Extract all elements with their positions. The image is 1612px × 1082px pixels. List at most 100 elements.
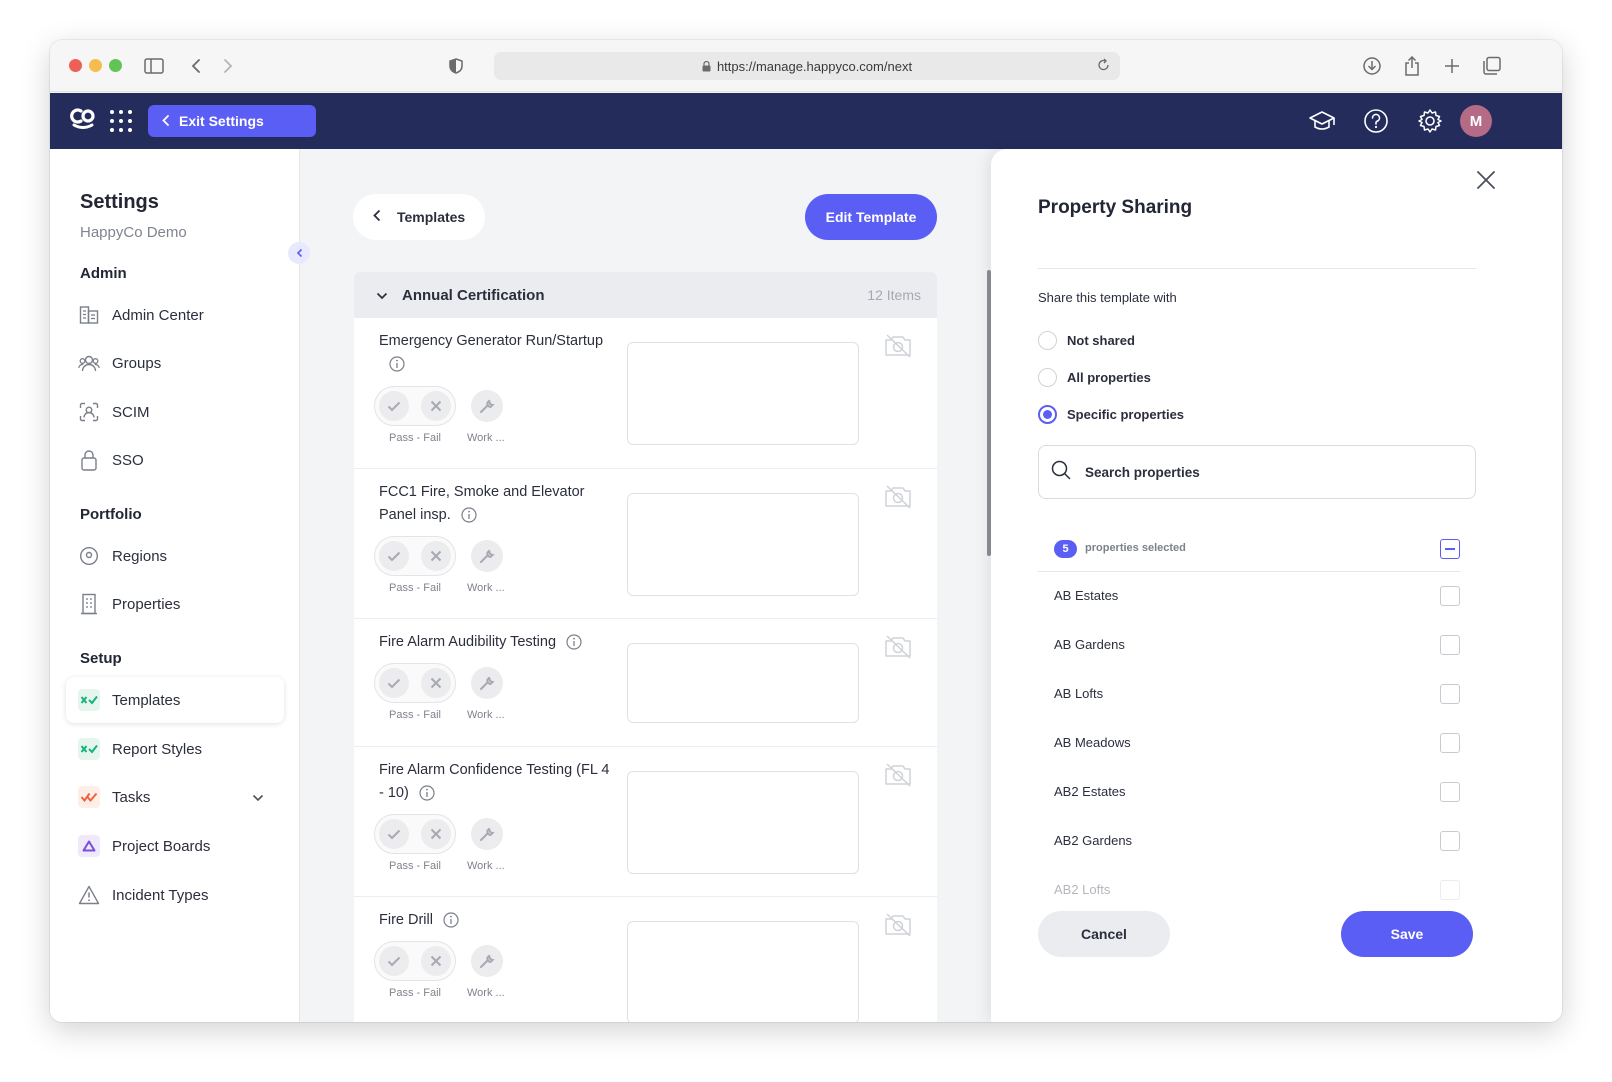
wrench-icon[interactable] (471, 390, 503, 422)
back-to-templates-button[interactable]: Templates (353, 194, 485, 240)
wrench-icon[interactable] (471, 667, 503, 699)
notes-field[interactable] (627, 921, 859, 1022)
check-icon[interactable] (379, 668, 409, 698)
graduation-cap-icon[interactable] (1308, 107, 1336, 135)
notes-field[interactable] (627, 493, 859, 596)
download-icon[interactable] (1360, 54, 1384, 78)
radio-button-selected[interactable] (1038, 405, 1057, 424)
radio-not-shared[interactable]: Not shared (1038, 331, 1135, 350)
property-row[interactable]: AB2 Gardens (1038, 817, 1460, 865)
sidebar-item-incident-types[interactable]: Incident Types (66, 872, 284, 918)
radio-specific-properties[interactable]: Specific properties (1038, 405, 1184, 424)
back-arrow-icon[interactable] (184, 54, 208, 78)
sidebar-item-tasks[interactable]: Tasks (66, 774, 284, 820)
deselect-all-checkbox[interactable] (1440, 539, 1460, 559)
property-checkbox[interactable] (1440, 831, 1460, 851)
close-icon[interactable] (1475, 169, 1499, 193)
property-checkbox[interactable] (1440, 733, 1460, 753)
property-row[interactable]: AB Meadows (1038, 719, 1460, 767)
no-camera-icon[interactable] (882, 483, 914, 511)
property-checkbox[interactable] (1440, 880, 1460, 900)
sidebar-toggle-icon[interactable] (142, 54, 166, 78)
sidebar-item-groups[interactable]: Groups (66, 340, 284, 386)
property-checkbox[interactable] (1440, 586, 1460, 606)
info-icon[interactable] (443, 912, 459, 928)
sidebar-item-report-styles[interactable]: Report Styles (66, 726, 284, 772)
sidebar-item-scim[interactable]: SCIM (66, 389, 284, 435)
chevron-down-icon[interactable] (252, 789, 264, 806)
pass-fail-toggle[interactable] (374, 386, 456, 426)
x-icon[interactable] (421, 946, 451, 976)
close-window-button[interactable] (69, 59, 82, 72)
search-input[interactable] (1085, 464, 1445, 480)
address-bar[interactable]: https://manage.happyco.com/next (494, 52, 1120, 80)
radio-all-properties[interactable]: All properties (1038, 368, 1151, 387)
notes-field[interactable] (627, 342, 859, 445)
section-header[interactable]: Annual Certification 12 Items (354, 272, 937, 318)
property-name: AB Estates (1054, 588, 1119, 603)
sidebar-item-project-boards[interactable]: Project Boards (66, 823, 284, 869)
reload-icon[interactable] (1097, 58, 1110, 75)
collapse-sidebar-button[interactable] (288, 242, 310, 264)
info-icon[interactable] (566, 634, 582, 650)
help-icon[interactable] (1362, 107, 1390, 135)
save-button[interactable]: Save (1341, 911, 1473, 957)
sidebar-item-sso[interactable]: SSO (66, 437, 284, 483)
pass-fail-toggle[interactable] (374, 536, 456, 576)
notes-field[interactable] (627, 771, 859, 874)
sidebar-item-admin-center[interactable]: Admin Center (66, 292, 284, 338)
notes-field[interactable] (627, 643, 859, 723)
sidebar-item-templates[interactable]: Templates (66, 677, 284, 723)
app-launcher-icon[interactable] (110, 110, 132, 132)
x-icon[interactable] (421, 391, 451, 421)
check-icon[interactable] (379, 946, 409, 976)
property-row[interactable]: AB Gardens (1038, 621, 1460, 669)
wrench-icon[interactable] (471, 540, 503, 572)
wrench-icon[interactable] (471, 945, 503, 977)
cancel-button[interactable]: Cancel (1038, 911, 1170, 957)
check-icon[interactable] (379, 391, 409, 421)
x-icon[interactable] (421, 819, 451, 849)
pass-fail-toggle[interactable] (374, 941, 456, 981)
panel-title: Property Sharing (1038, 197, 1193, 218)
new-tab-icon[interactable] (1440, 54, 1464, 78)
property-checkbox[interactable] (1440, 635, 1460, 655)
check-icon[interactable] (379, 541, 409, 571)
no-camera-icon[interactable] (882, 332, 914, 360)
pass-fail-toggle[interactable] (374, 663, 456, 703)
property-row[interactable]: AB Lofts (1038, 670, 1460, 718)
property-checkbox[interactable] (1440, 684, 1460, 704)
property-checkbox[interactable] (1440, 782, 1460, 802)
gear-icon[interactable] (1416, 107, 1444, 135)
radio-button[interactable] (1038, 368, 1057, 387)
x-icon[interactable] (421, 541, 451, 571)
shield-icon[interactable] (444, 54, 468, 78)
property-row[interactable]: AB Estates (1038, 572, 1460, 620)
wrench-icon[interactable] (471, 818, 503, 850)
no-camera-icon[interactable] (882, 911, 914, 939)
exit-settings-button[interactable]: Exit Settings (148, 105, 316, 137)
check-icon[interactable] (379, 819, 409, 849)
item-title: Emergency Generator Run/Startup (379, 330, 619, 376)
tabs-overview-icon[interactable] (1480, 54, 1504, 78)
search-properties-field[interactable] (1038, 445, 1476, 499)
minimize-window-button[interactable] (89, 59, 102, 72)
share-icon[interactable] (1400, 54, 1424, 78)
property-row[interactable]: AB2 Lofts (1038, 866, 1460, 902)
no-camera-icon[interactable] (882, 761, 914, 789)
no-camera-icon[interactable] (882, 633, 914, 661)
happyco-logo-icon[interactable] (70, 107, 96, 135)
info-icon[interactable] (389, 356, 405, 372)
zoom-window-button[interactable] (109, 59, 122, 72)
forward-arrow-icon[interactable] (216, 54, 240, 78)
pass-fail-toggle[interactable] (374, 814, 456, 854)
edit-template-button[interactable]: Edit Template (805, 194, 937, 240)
radio-button[interactable] (1038, 331, 1057, 350)
sidebar-item-regions[interactable]: Regions (66, 533, 284, 579)
x-icon[interactable] (421, 668, 451, 698)
sidebar-item-properties[interactable]: Properties (66, 581, 284, 627)
info-icon[interactable] (461, 507, 477, 523)
property-row[interactable]: AB2 Estates (1038, 768, 1460, 816)
info-icon[interactable] (419, 785, 435, 801)
user-avatar[interactable]: M (1460, 105, 1492, 137)
